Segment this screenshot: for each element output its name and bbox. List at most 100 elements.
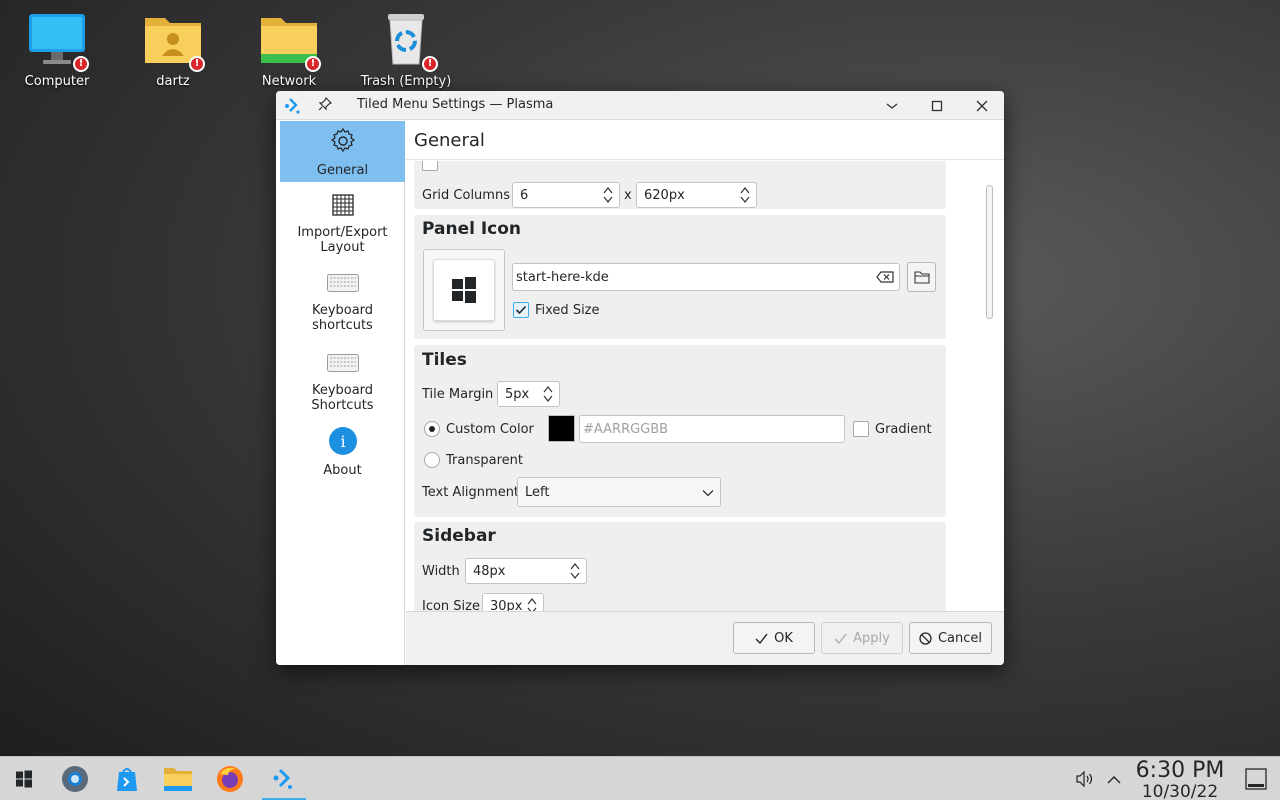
settings-icon[interactable] <box>59 763 91 795</box>
times-label: x <box>624 188 632 203</box>
checkmark-icon <box>515 305 527 315</box>
sidebar-item-label: About <box>323 463 362 478</box>
minimize-button[interactable] <box>881 95 903 117</box>
scrollbar-thumb[interactable] <box>986 185 993 319</box>
grid-columns-spinbox[interactable]: 6 <box>512 182 620 208</box>
sidebar-section: Sidebar Width 48px Icon Size 30px <box>414 522 946 611</box>
start-menu-icon[interactable] <box>8 763 40 795</box>
fixed-size-label[interactable]: Fixed Size <box>535 303 600 318</box>
fixed-size-checkbox[interactable] <box>513 302 529 318</box>
panel-icon-section: Panel Icon start-here-kde Fixed Size <box>414 215 946 339</box>
text-alignment-select[interactable]: Left <box>517 477 721 507</box>
desktop-icon-network[interactable]: ! Network <box>234 10 344 89</box>
custom-color-label[interactable]: Custom Color <box>446 422 534 437</box>
sidebar-item-keyboard-shortcuts-2[interactable]: Keyboard Shortcuts <box>280 347 405 419</box>
text-alignment-label: Text Alignment <box>422 485 520 500</box>
color-swatch-button[interactable] <box>548 415 575 442</box>
cancel-label: Cancel <box>937 630 983 646</box>
sidebar-item-label-line2: Layout <box>320 240 365 255</box>
desktop-icon-dartz[interactable]: ! dartz <box>118 10 228 89</box>
network-folder-icon: ! <box>259 10 321 72</box>
trash-icon: ! <box>376 10 438 72</box>
volume-icon[interactable] <box>1071 763 1099 795</box>
sidebar-item-label-line1: Keyboard <box>311 303 374 318</box>
sidebar-icon-size-label: Icon Size <box>422 599 480 611</box>
browse-icon-button[interactable] <box>907 262 936 292</box>
folder-icon <box>913 270 930 284</box>
desktop-icon-label: dartz <box>156 74 190 89</box>
icon-preview <box>433 259 495 321</box>
keyboard-icon <box>280 347 405 379</box>
settings-sidebar: General Import/Export Layout Keyboard sh… <box>276 121 405 665</box>
checkmark-icon <box>755 633 768 644</box>
gradient-label[interactable]: Gradient <box>875 422 932 437</box>
spin-arrows-icon[interactable] <box>603 185 613 205</box>
sidebar-icon-size-spinbox[interactable]: 30px <box>482 593 544 611</box>
discover-icon[interactable] <box>111 763 143 795</box>
chevron-down-icon <box>702 490 714 497</box>
sidebar-item-label-line1: Keyboard <box>311 383 374 398</box>
custom-color-radio[interactable] <box>424 421 440 437</box>
sidebar-item-general[interactable]: General <box>280 121 405 182</box>
cancel-icon <box>919 631 932 645</box>
sidebar-width-value: 48px <box>473 564 506 579</box>
panel-icon-button[interactable] <box>423 249 505 331</box>
sidebar-item-label-line1: Import/Export <box>297 225 388 240</box>
close-button[interactable] <box>971 95 993 117</box>
sidebar-item-keyboard-shortcuts-1[interactable]: Keyboard shortcuts <box>280 267 405 339</box>
cancel-button[interactable]: Cancel <box>909 622 992 654</box>
clock[interactable]: 6:30 PM 10/30/22 <box>1132 759 1228 800</box>
grid-width-spinbox[interactable]: 620px <box>636 182 757 208</box>
tray-expand-icon[interactable] <box>1100 763 1128 795</box>
tiles-section: Tiles Tile Margin 5px Custom Color #AARR… <box>414 345 946 517</box>
clock-time: 6:30 PM <box>1135 758 1225 783</box>
transparent-radio[interactable] <box>424 452 440 468</box>
show-desktop-icon[interactable] <box>1240 763 1272 795</box>
warning-badge: ! <box>189 56 205 72</box>
desktop-icon-computer[interactable]: ! Computer <box>2 10 112 89</box>
computer-icon: ! <box>27 10 89 72</box>
sidebar-item-label-line2: shortcuts <box>312 318 373 333</box>
transparent-label[interactable]: Transparent <box>446 453 523 468</box>
sidebar-item-label-line2: Shortcuts <box>311 398 374 413</box>
section-title: Tiles <box>422 350 467 370</box>
plasma-settings-icon[interactable] <box>268 763 300 795</box>
warning-badge: ! <box>73 56 89 72</box>
icon-name-value: start-here-kde <box>516 270 609 285</box>
spin-arrows-icon[interactable] <box>570 561 580 581</box>
spin-arrows-icon[interactable] <box>527 596 537 611</box>
color-hex-field[interactable]: #AARRGGBB <box>579 415 845 443</box>
settings-window: Tiled Menu Settings — Plasma General Imp… <box>276 91 1004 665</box>
ok-button[interactable]: OK <box>733 622 815 654</box>
desktop-icon-label: Computer <box>24 74 90 89</box>
tile-margin-value: 5px <box>505 387 530 402</box>
warning-badge: ! <box>305 56 321 72</box>
warning-badge: ! <box>422 56 438 72</box>
section-title: Panel Icon <box>422 219 522 239</box>
file-manager-icon[interactable] <box>162 763 194 795</box>
sidebar-item-import-export[interactable]: Import/Export Layout <box>280 189 405 259</box>
tile-margin-spinbox[interactable]: 5px <box>497 381 560 407</box>
icon-name-field[interactable]: start-here-kde <box>512 263 900 291</box>
sidebar-width-label: Width <box>422 564 460 579</box>
clear-text-icon[interactable] <box>876 271 894 283</box>
ok-label: OK <box>774 630 793 646</box>
desktop-icon-trash[interactable]: ! Trash (Empty) <box>351 10 461 89</box>
apply-button[interactable]: Apply <box>821 622 903 654</box>
window-title: Tiled Menu Settings — Plasma <box>357 97 554 112</box>
sidebar-item-about[interactable]: i About <box>280 425 405 485</box>
title-bar[interactable]: Tiled Menu Settings — Plasma <box>276 91 1004 120</box>
content-scrollbar[interactable] <box>984 183 994 665</box>
tile-margin-label: Tile Margin <box>422 387 494 402</box>
sidebar-width-spinbox[interactable]: 48px <box>465 558 587 584</box>
maximize-button[interactable] <box>926 95 948 117</box>
page-title: General <box>414 130 485 151</box>
spin-arrows-icon[interactable] <box>543 384 553 404</box>
page-header: General <box>406 121 1004 160</box>
spin-arrows-icon[interactable] <box>740 185 750 205</box>
gradient-checkbox[interactable] <box>853 421 869 437</box>
grid-icon <box>280 189 405 221</box>
pin-icon[interactable] <box>318 96 333 115</box>
hidden-checkbox[interactable] <box>422 161 438 171</box>
firefox-icon[interactable] <box>214 763 246 795</box>
